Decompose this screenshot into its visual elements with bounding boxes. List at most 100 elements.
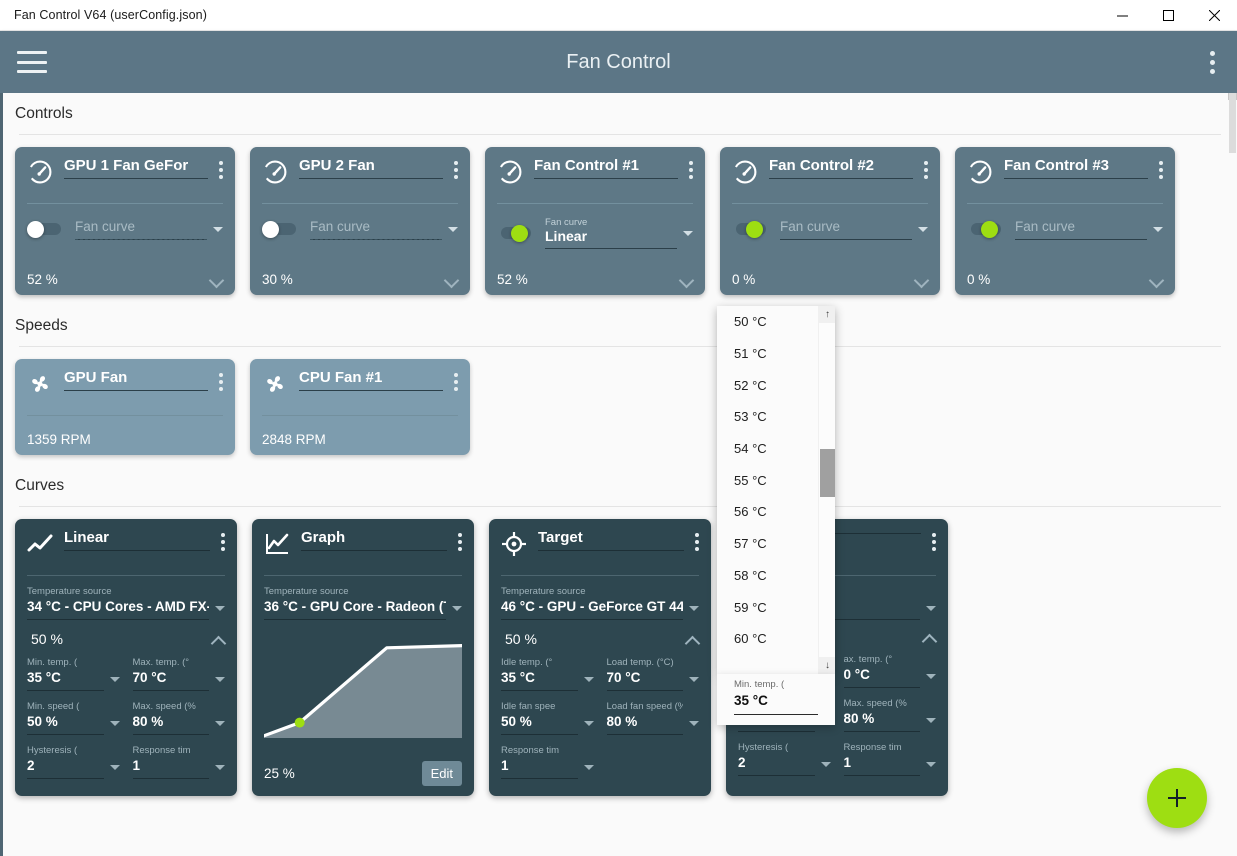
chevron-down-icon[interactable] [109, 677, 120, 682]
collapse-chevron-icon[interactable] [923, 631, 936, 644]
dropdown-item[interactable]: 57 °C [717, 528, 818, 560]
collapse-chevron-icon[interactable] [686, 633, 699, 646]
add-button[interactable] [1147, 768, 1207, 828]
card-menu-icon[interactable] [221, 533, 225, 551]
dropdown-item[interactable]: 51 °C [717, 338, 818, 370]
control-card[interactable]: GPU 1 Fan GeFor Fan curve 52 % [15, 147, 235, 295]
chevron-down-icon[interactable] [452, 606, 462, 611]
chevron-down-icon[interactable] [583, 677, 594, 682]
chevron-down-icon[interactable] [215, 606, 225, 611]
curve-param-field[interactable]: Max. speed (% 80 % [843, 698, 936, 732]
enable-toggle[interactable] [27, 220, 63, 238]
card-menu-icon[interactable] [932, 533, 936, 551]
curve-param-field[interactable]: Max. speed (% 80 % [132, 701, 225, 735]
chevron-down-icon[interactable] [926, 606, 936, 611]
curve-param-field[interactable]: Response tim 1 [843, 742, 936, 776]
curve-param-field[interactable]: Min. speed (50 % [27, 701, 120, 735]
chevron-down-icon[interactable] [820, 762, 831, 767]
card-menu-icon[interactable] [695, 533, 699, 551]
card-menu-icon[interactable] [1159, 161, 1163, 179]
card-menu-icon[interactable] [454, 161, 458, 179]
chevron-down-icon[interactable] [215, 677, 225, 682]
chevron-down-icon[interactable] [689, 677, 699, 682]
curve-param-field[interactable]: Idle fan spee 50 % [501, 701, 594, 735]
minimize-button[interactable] [1099, 0, 1145, 31]
expand-chevron-icon[interactable] [445, 273, 458, 286]
chevron-down-icon[interactable] [1153, 226, 1163, 232]
temperature-source-field[interactable]: Temperature source 34 °C - CPU Cores - A… [27, 586, 225, 620]
curve-param-field[interactable]: Hysteresis (2 [27, 745, 120, 779]
dropdown-item[interactable]: 52 °C [717, 369, 818, 401]
card-menu-icon[interactable] [924, 161, 928, 179]
curve-card-target[interactable]: Target Temperature source 46 °C - GPU - … [489, 519, 711, 796]
curve-param-field[interactable]: Hysteresis (2 [738, 742, 831, 776]
dropdown-list[interactable]: 50 °C 51 °C 52 °C 53 °C 54 °C 55 °C 56 °C 57 °C… [717, 306, 818, 655]
chevron-down-icon[interactable] [689, 606, 699, 611]
fan-curve-select[interactable]: Fan curve [780, 217, 928, 240]
dropdown-item[interactable]: 53 °C [717, 401, 818, 433]
maximize-button[interactable] [1145, 0, 1191, 31]
hamburger-icon[interactable] [17, 51, 47, 73]
expand-chevron-icon[interactable] [1150, 273, 1163, 286]
chevron-down-icon[interactable] [215, 721, 225, 726]
control-card[interactable]: Fan Control #2 Fan curve 0 % [720, 147, 940, 295]
curve-param-field[interactable]: Response tim 1 [132, 745, 225, 779]
fan-curve-select[interactable]: Fan curve [1015, 217, 1163, 240]
fan-curve-select[interactable]: Fan curve Linear [545, 217, 693, 249]
curve-card-linear[interactable]: Linear Temperature source 34 °C - CPU Co… [15, 519, 237, 796]
chevron-down-icon[interactable] [683, 231, 693, 236]
dropdown-item[interactable]: 55 °C [717, 464, 818, 496]
dropdown-item[interactable]: 56 °C [717, 496, 818, 528]
chevron-down-icon[interactable] [109, 765, 120, 770]
close-button[interactable] [1191, 0, 1237, 31]
temperature-dropdown[interactable]: 50 °C 51 °C 52 °C 53 °C 54 °C 55 °C 56 °C 57 °C… [717, 306, 835, 674]
more-vertical-icon[interactable] [1210, 50, 1215, 74]
chevron-down-icon[interactable] [109, 721, 120, 726]
chevron-down-icon[interactable] [215, 765, 225, 770]
scroll-up-icon[interactable]: ↑ [819, 306, 835, 323]
curve-param-field[interactable]: Max. temp. (° 70 °C [132, 657, 225, 691]
curve-param-field[interactable]: Min. temp. (35 °C [27, 657, 120, 691]
edit-button[interactable]: Edit [421, 761, 462, 786]
dropdown-item[interactable]: 60 °C [717, 623, 818, 655]
card-menu-icon[interactable] [219, 161, 223, 179]
curve-param-field[interactable]: Load temp. (°C) 70 °C [606, 657, 699, 691]
dropdown-item[interactable]: 59 °C [717, 591, 818, 623]
chevron-down-icon[interactable] [583, 721, 594, 726]
fan-curve-select[interactable]: Fan curve [310, 217, 458, 240]
chevron-down-icon[interactable] [448, 226, 458, 232]
min-temp-combobox[interactable]: Min. temp. ( 35 °C [717, 674, 835, 725]
dropdown-item[interactable]: 50 °C [717, 306, 818, 338]
collapse-chevron-icon[interactable] [212, 633, 225, 646]
speed-card[interactable]: GPU Fan 1359 RPM [15, 359, 235, 455]
chevron-down-icon[interactable] [583, 765, 594, 770]
dropdown-scroll-thumb[interactable] [820, 449, 835, 497]
expand-chevron-icon[interactable] [680, 273, 693, 286]
curve-param-field[interactable]: Idle temp. (° 35 °C [501, 657, 594, 691]
fan-curve-graph[interactable] [264, 628, 462, 738]
scroll-down-icon[interactable]: ↓ [819, 657, 835, 674]
scrollbar-thumb[interactable] [1229, 93, 1236, 153]
curve-param-field[interactable]: Response tim 1 [501, 745, 594, 779]
dropdown-scrollbar[interactable]: ↑ ↓ [818, 306, 835, 674]
control-card[interactable]: Fan Control #3 Fan curve 0 % [955, 147, 1175, 295]
chevron-down-icon[interactable] [926, 718, 936, 723]
dropdown-item[interactable]: 54 °C [717, 433, 818, 465]
expand-chevron-icon[interactable] [210, 273, 223, 286]
card-menu-icon[interactable] [689, 161, 693, 179]
curve-card-graph[interactable]: Graph Temperature source 36 °C - GPU Cor… [252, 519, 474, 796]
curve-param-field[interactable]: ax. temp. (° 0 °C [843, 654, 936, 688]
temperature-source-field[interactable]: Temperature source 46 °C - GPU - GeForce… [501, 586, 699, 620]
chevron-down-icon[interactable] [926, 762, 936, 767]
enable-toggle[interactable] [732, 220, 768, 238]
chevron-down-icon[interactable] [213, 226, 223, 232]
chevron-down-icon[interactable] [926, 674, 936, 679]
enable-toggle[interactable] [967, 220, 1003, 238]
dropdown-item[interactable]: 58 °C [717, 560, 818, 592]
fan-curve-select[interactable]: Fan curve [75, 217, 223, 240]
chevron-down-icon[interactable] [918, 226, 928, 232]
speed-card[interactable]: CPU Fan #1 2848 RPM [250, 359, 470, 455]
chevron-down-icon[interactable] [689, 721, 699, 726]
enable-toggle[interactable] [497, 225, 533, 242]
control-card[interactable]: Fan Control #1 Fan curve Linear 52 % [485, 147, 705, 295]
